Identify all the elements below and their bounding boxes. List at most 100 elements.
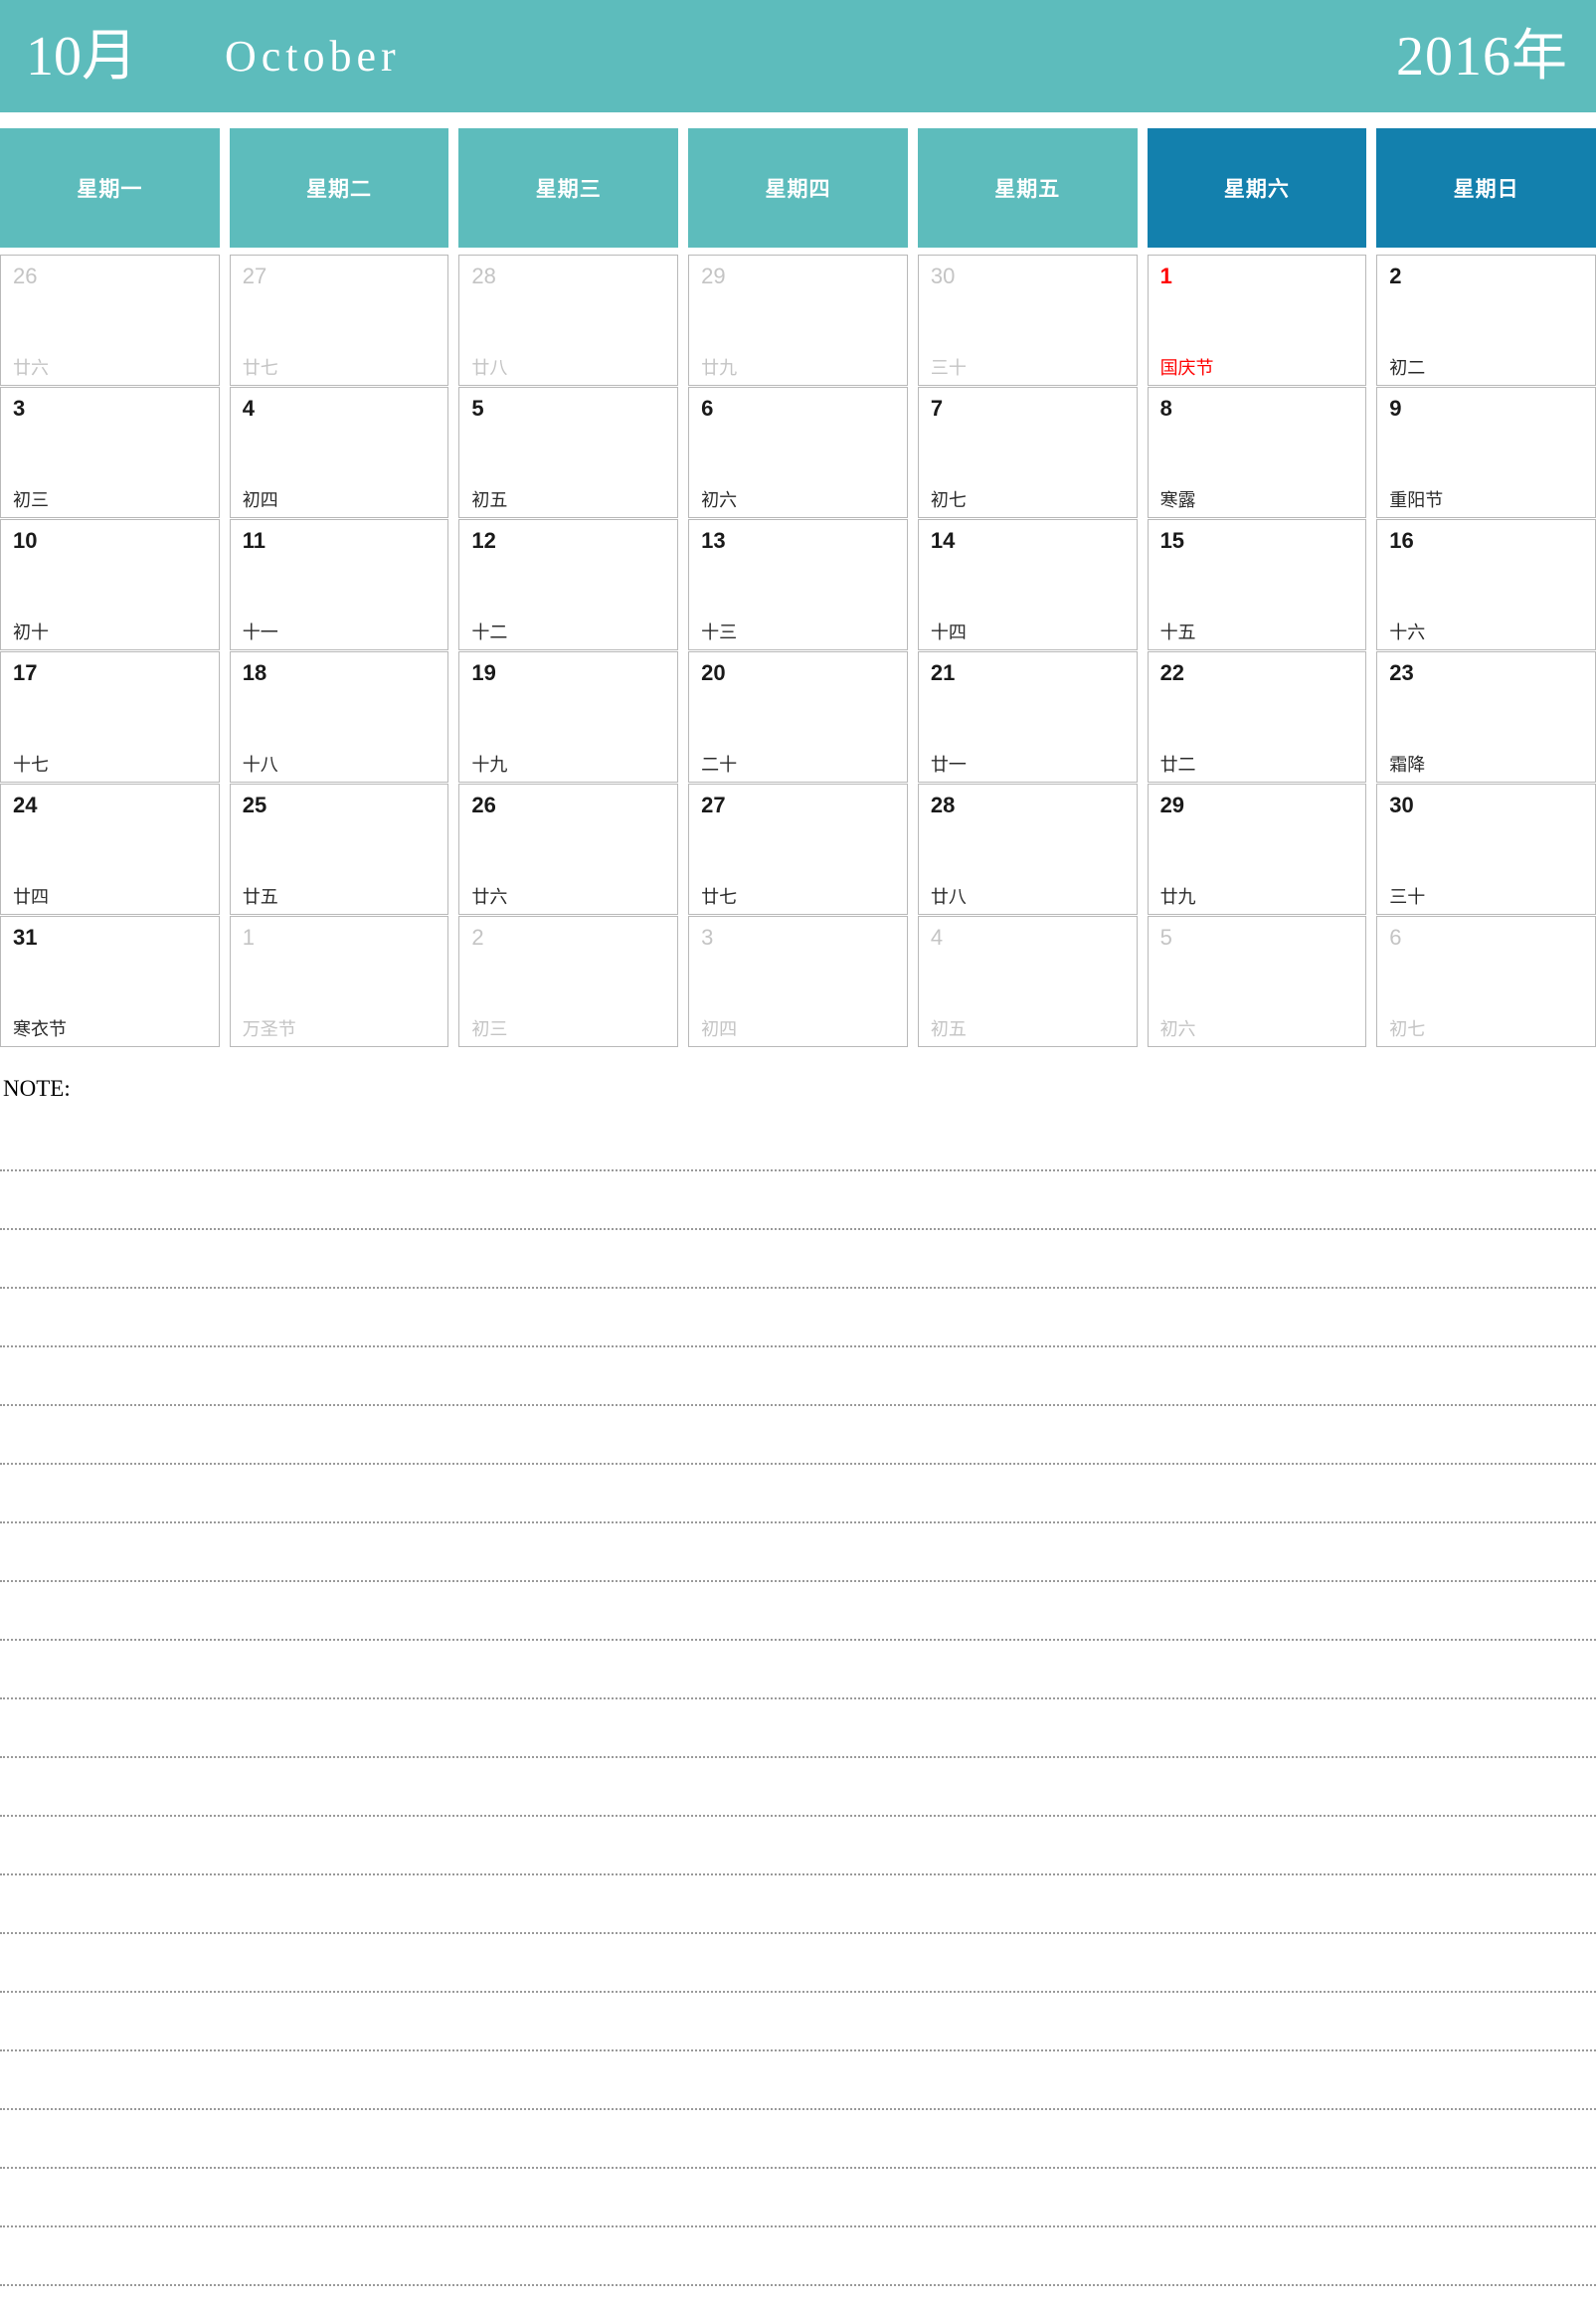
note-line[interactable]	[0, 1934, 1596, 1993]
note-line[interactable]	[0, 2110, 1596, 2169]
day-cell[interactable]: 26 廿六	[458, 784, 679, 915]
day-cell[interactable]: 12 十二	[458, 519, 679, 650]
day-number: 27	[701, 793, 726, 817]
day-number: 3	[701, 925, 714, 950]
month-title-en: October	[225, 31, 401, 81]
day-cell[interactable]: 5 初五	[458, 387, 679, 518]
day-cell[interactable]: 3 初四	[688, 916, 908, 1047]
day-cell[interactable]: 2 初二	[1376, 255, 1596, 386]
day-number: 25	[242, 793, 267, 817]
day-number: 20	[701, 660, 726, 685]
weekday-header-label: 星期五	[994, 178, 1061, 201]
note-line[interactable]	[0, 1406, 1596, 1465]
weekday-header-label: 星期二	[306, 178, 373, 201]
note-line[interactable]	[0, 2227, 1596, 2286]
day-cell[interactable]: 24 廿四	[0, 784, 220, 915]
note-line[interactable]	[0, 2051, 1596, 2110]
note-line[interactable]	[0, 2169, 1596, 2227]
day-number: 24	[13, 793, 38, 817]
weekday-header-label: 星期六	[1223, 178, 1290, 201]
day-cell[interactable]: 17 十七	[0, 651, 220, 783]
weekday-header-5: 星期五	[917, 128, 1138, 248]
day-cell[interactable]: 6 初六	[688, 387, 908, 518]
day-cell[interactable]: 1 万圣节	[229, 916, 449, 1047]
day-lunar-label: 十七	[13, 755, 49, 775]
day-cell[interactable]: 27 廿七	[688, 784, 908, 915]
day-number: 18	[242, 660, 267, 685]
day-number: 16	[1389, 528, 1414, 553]
day-cell[interactable]: 11 十一	[229, 519, 449, 650]
day-cell[interactable]: 1 国庆节	[1147, 255, 1367, 386]
day-cell[interactable]: 4 初五	[917, 916, 1138, 1047]
day-cell[interactable]: 4 初四	[229, 387, 449, 518]
day-cell[interactable]: 20 二十	[688, 651, 908, 783]
day-lunar-label: 廿八	[930, 887, 967, 907]
day-lunar-label: 二十	[701, 755, 738, 775]
day-cell[interactable]: 14 十四	[917, 519, 1138, 650]
day-cell[interactable]: 19 十九	[458, 651, 679, 783]
day-lunar-label: 十九	[471, 755, 508, 775]
note-line[interactable]	[0, 2286, 1596, 2310]
day-lunar-label: 初六	[701, 490, 738, 510]
day-lunar-label: 三十	[930, 358, 967, 378]
note-line[interactable]	[0, 1582, 1596, 1641]
weekday-header-6: 星期六	[1147, 128, 1367, 248]
day-cell[interactable]: 30 三十	[1376, 784, 1596, 915]
day-cell[interactable]: 10 初十	[0, 519, 220, 650]
note-lines[interactable]	[0, 1113, 1596, 2310]
day-cell[interactable]: 22 廿二	[1147, 651, 1367, 783]
note-line[interactable]	[0, 1113, 1596, 1171]
day-cell[interactable]: 6 初七	[1376, 916, 1596, 1047]
day-cell[interactable]: 18 十八	[229, 651, 449, 783]
day-cell[interactable]: 5 初六	[1147, 916, 1367, 1047]
day-cell[interactable]: 26 廿六	[0, 255, 220, 386]
day-lunar-label: 十一	[242, 622, 278, 642]
day-number: 14	[930, 528, 956, 553]
day-number: 7	[930, 396, 944, 421]
day-cell[interactable]: 25 廿五	[229, 784, 449, 915]
day-cell[interactable]: 3 初三	[0, 387, 220, 518]
note-line[interactable]	[0, 1758, 1596, 1817]
day-number: 9	[1389, 396, 1402, 421]
day-cell[interactable]: 31 寒衣节	[0, 916, 220, 1047]
day-number: 3	[13, 396, 26, 421]
day-cell[interactable]: 23 霜降	[1376, 651, 1596, 783]
weekday-header-3: 星期三	[458, 128, 679, 248]
day-cell[interactable]: 7 初七	[917, 387, 1138, 518]
day-cell[interactable]: 28 廿八	[458, 255, 679, 386]
day-number: 26	[471, 793, 496, 817]
day-cell[interactable]: 8 寒露	[1147, 387, 1367, 518]
day-cell[interactable]: 9 重阳节	[1376, 387, 1596, 518]
day-cell[interactable]: 21 廿一	[917, 651, 1138, 783]
day-cell[interactable]: 15 十五	[1147, 519, 1367, 650]
day-lunar-label: 廿四	[13, 887, 49, 907]
day-cell[interactable]: 27 廿七	[229, 255, 449, 386]
note-line[interactable]	[0, 1641, 1596, 1699]
note-line[interactable]	[0, 1699, 1596, 1758]
day-number: 2	[471, 925, 484, 950]
note-line[interactable]	[0, 1347, 1596, 1406]
note-line[interactable]	[0, 1465, 1596, 1523]
note-line[interactable]	[0, 1289, 1596, 1347]
note-line[interactable]	[0, 1993, 1596, 2051]
day-lunar-label: 廿九	[1159, 887, 1196, 907]
day-lunar-label: 初七	[1389, 1019, 1426, 1039]
note-line[interactable]	[0, 1817, 1596, 1875]
day-cell[interactable]: 29 廿九	[688, 255, 908, 386]
weekday-header-1: 星期一	[0, 128, 220, 248]
day-lunar-label: 初十	[13, 622, 49, 642]
weekday-header-row: 星期一 星期二 星期三 星期四 星期五 星期六 星期日	[0, 128, 1596, 248]
day-cell[interactable]: 30 三十	[917, 255, 1138, 386]
note-line[interactable]	[0, 1171, 1596, 1230]
day-number: 22	[1159, 660, 1185, 685]
note-line[interactable]	[0, 1875, 1596, 1934]
day-cell[interactable]: 2 初三	[458, 916, 679, 1047]
day-cell[interactable]: 16 十六	[1376, 519, 1596, 650]
day-cell[interactable]: 29 廿九	[1147, 784, 1367, 915]
note-line[interactable]	[0, 1523, 1596, 1582]
day-cell[interactable]: 13 十三	[688, 519, 908, 650]
day-number: 15	[1159, 528, 1185, 553]
day-cell[interactable]: 28 廿八	[917, 784, 1138, 915]
calendar-header-banner: 10月 October 2016年	[0, 0, 1596, 112]
note-line[interactable]	[0, 1230, 1596, 1289]
